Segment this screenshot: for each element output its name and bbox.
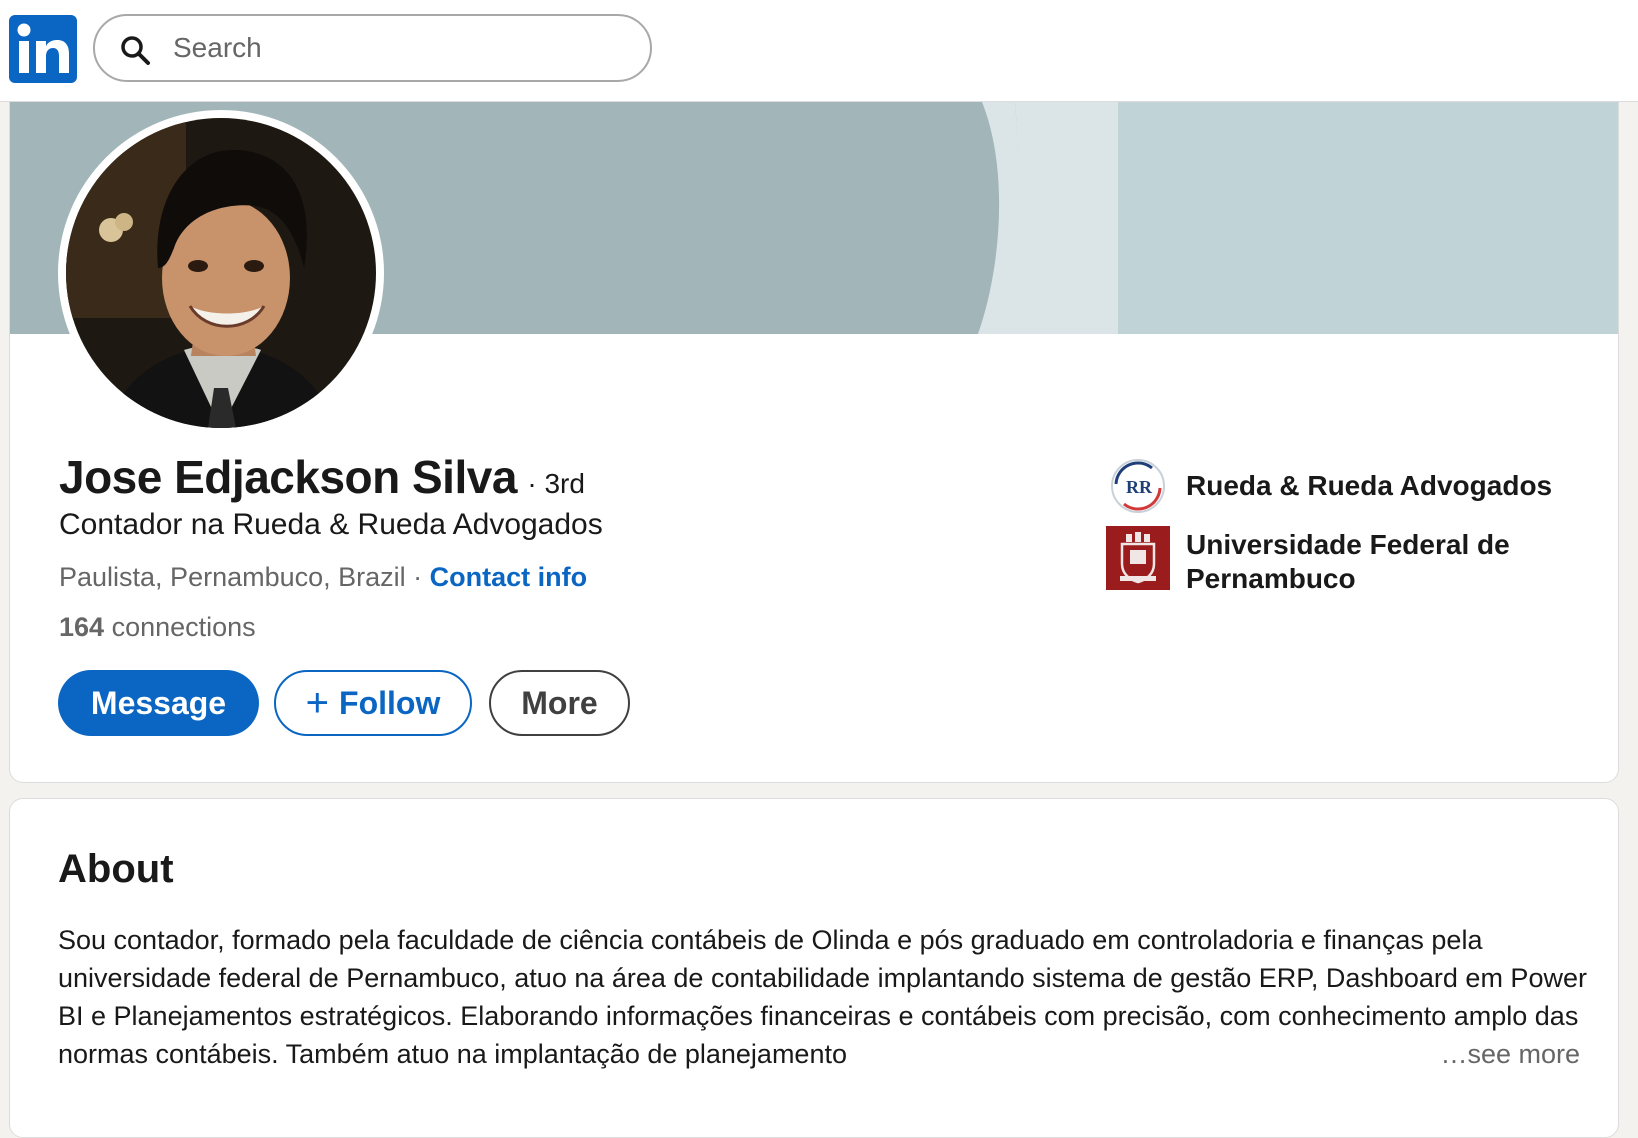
follow-button-label: Follow bbox=[339, 684, 441, 721]
svg-text:RR: RR bbox=[1126, 477, 1153, 497]
current-company-link[interactable]: RR Rueda & Rueda Advogados bbox=[1106, 454, 1566, 518]
message-button[interactable]: Message bbox=[58, 670, 259, 736]
profile-name-row: Jose Edjackson Silva · 3rd bbox=[59, 450, 585, 504]
more-button-label: More bbox=[521, 684, 598, 721]
profile-card: Jose Edjackson Silva · 3rd Contador na R… bbox=[9, 102, 1619, 783]
more-actions-button[interactable]: More bbox=[489, 670, 630, 736]
profile-photo-avatar[interactable] bbox=[58, 110, 384, 436]
follow-button[interactable]: + Follow bbox=[274, 670, 472, 736]
company-name: Rueda & Rueda Advogados bbox=[1186, 470, 1553, 501]
message-button-label: Message bbox=[90, 684, 227, 721]
search-input[interactable] bbox=[173, 26, 613, 70]
see-more-link[interactable]: …see more bbox=[1406, 1035, 1580, 1073]
profile-photo bbox=[66, 118, 376, 428]
search-bar[interactable] bbox=[93, 14, 652, 82]
top-navigation-bar bbox=[0, 0, 1638, 102]
connection-degree-badge: · 3rd bbox=[527, 468, 585, 499]
profile-location-row: Paulista, Pernambuco, Brazil · Contact i… bbox=[59, 562, 587, 593]
connections-label: connections bbox=[104, 612, 256, 642]
connections-count-row[interactable]: 164 connections bbox=[59, 612, 256, 643]
about-text: Sou contador, formado pela faculdade de … bbox=[58, 925, 1587, 1069]
education-school-link[interactable]: Universidade Federal de Pernambuco bbox=[1106, 526, 1566, 596]
connections-count: 164 bbox=[59, 612, 105, 642]
ufpe-crest-logo-icon bbox=[1106, 526, 1170, 590]
rueda-rueda-logo-icon: RR bbox=[1111, 459, 1165, 513]
linkedin-logo-icon[interactable] bbox=[9, 15, 77, 83]
profile-location: Paulista, Pernambuco, Brazil bbox=[59, 562, 406, 592]
profile-name: Jose Edjackson Silva bbox=[59, 451, 517, 503]
school-name: Universidade Federal de Pernambuco bbox=[1186, 529, 1510, 594]
separator-dot: · bbox=[405, 562, 430, 592]
about-section-card: About Sou contador, formado pela faculda… bbox=[9, 798, 1619, 1138]
plus-icon: + bbox=[305, 681, 330, 725]
search-icon bbox=[121, 36, 150, 65]
about-heading: About bbox=[58, 847, 174, 891]
contact-info-link[interactable]: Contact info bbox=[430, 562, 587, 592]
profile-headline: Contador na Rueda & Rueda Advogados bbox=[59, 508, 603, 541]
